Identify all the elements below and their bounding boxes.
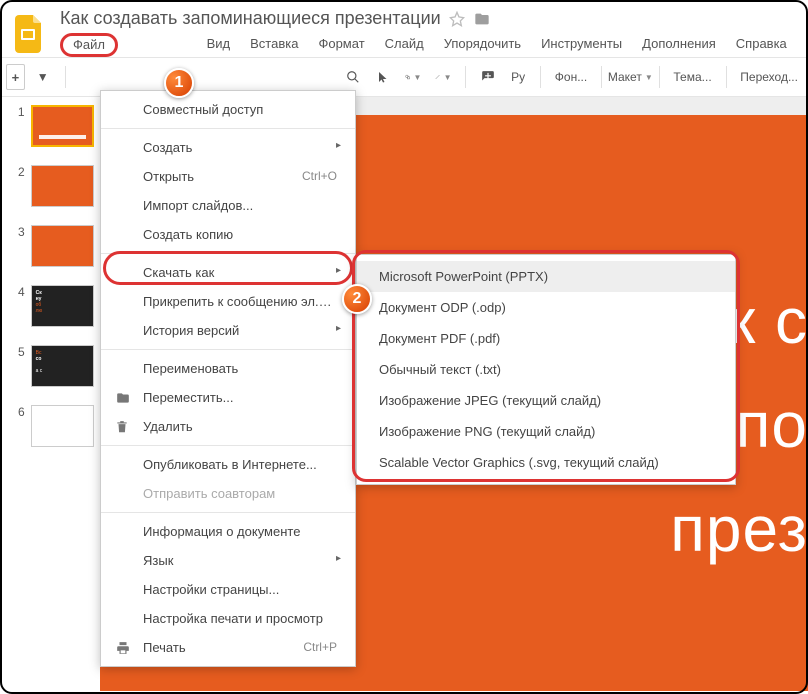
shape-tool[interactable]	[401, 65, 425, 89]
file-menu-dropdown: Совместный доступ Создать▸ ОткрытьCtrl+O…	[100, 90, 356, 667]
menu-rename[interactable]: Переименовать	[101, 354, 355, 383]
thumb-number: 1	[12, 105, 25, 119]
slide-thumbnails: 1 2 3 4 Скнуоблю 5 Вссо а с 6	[0, 97, 100, 691]
menu-slide[interactable]: Слайд	[375, 33, 434, 57]
slides-app-icon[interactable]	[10, 14, 50, 54]
transition-button[interactable]: Переход...	[736, 70, 802, 84]
export-jpeg[interactable]: Изображение JPEG (текущий слайд)	[357, 385, 735, 416]
slide-thumb-5[interactable]: Вссо а с	[31, 345, 94, 387]
layout-button[interactable]: Макет	[612, 65, 649, 89]
menu-help[interactable]: Справка	[726, 33, 797, 57]
shortcut-label: Ctrl+P	[303, 640, 337, 654]
slide-thumb-6[interactable]	[31, 405, 94, 447]
slide-text: по	[736, 388, 808, 462]
slide-thumb-3[interactable]	[31, 225, 94, 267]
line-tool[interactable]	[431, 65, 455, 89]
chevron-right-icon: ▸	[336, 553, 341, 564]
folder-icon	[115, 391, 131, 405]
thumb-number: 2	[12, 165, 25, 179]
thumb-number: 3	[12, 225, 25, 239]
trash-icon	[115, 419, 129, 435]
menu-view[interactable]: Вид	[197, 33, 241, 57]
chevron-right-icon: ▸	[336, 265, 341, 276]
theme-button[interactable]: Тема...	[669, 70, 715, 84]
callout-badge-2: 2	[342, 284, 372, 314]
menu-print[interactable]: ПечатьCtrl+P	[101, 633, 355, 662]
export-svg[interactable]: Scalable Vector Graphics (.svg, текущий …	[357, 447, 735, 478]
background-button[interactable]: Фон...	[551, 70, 591, 84]
menu-language[interactable]: Язык▸	[101, 546, 355, 575]
menu-create[interactable]: Создать▸	[101, 133, 355, 162]
new-slide-button[interactable]: +	[6, 64, 25, 90]
text-button[interactable]: Ру	[506, 65, 530, 89]
menu-version-history[interactable]: История версий▸	[101, 316, 355, 345]
menu-print-preview[interactable]: Настройка печати и просмотр	[101, 604, 355, 633]
slide-thumb-2[interactable]	[31, 165, 94, 207]
chevron-right-icon: ▸	[336, 140, 341, 151]
comment-button[interactable]	[476, 65, 500, 89]
menu-insert[interactable]: Вставка	[240, 33, 308, 57]
slide-text: през	[670, 492, 808, 566]
thumb-number: 6	[12, 405, 25, 419]
menu-make-copy[interactable]: Создать копию	[101, 220, 355, 249]
menu-share[interactable]: Совместный доступ	[101, 95, 355, 124]
menu-import-slides[interactable]: Импорт слайдов...	[101, 191, 355, 220]
select-tool[interactable]	[371, 65, 395, 89]
menu-tools[interactable]: Инструменты	[531, 33, 632, 57]
export-odp[interactable]: Документ ODP (.odp)	[357, 292, 735, 323]
menubar: Файл Изменить Вид Вставка Формат Слайд У…	[60, 33, 802, 57]
menu-send-coauthors: Отправить соавторам	[101, 479, 355, 508]
slide-thumb-1[interactable]	[31, 105, 94, 147]
export-pptx[interactable]: Microsoft PowerPoint (PPTX)	[357, 261, 735, 292]
menu-arrange[interactable]: Упорядочить	[434, 33, 531, 57]
export-txt[interactable]: Обычный текст (.txt)	[357, 354, 735, 385]
zoom-button[interactable]	[341, 65, 365, 89]
menu-email-attach[interactable]: Прикрепить к сообщению эл. почты	[101, 287, 355, 316]
menu-move[interactable]: Переместить...	[101, 383, 355, 412]
new-slide-dropdown[interactable]: ▼	[31, 65, 55, 89]
menu-doc-info[interactable]: Информация о документе	[101, 517, 355, 546]
callout-badge-1: 1	[164, 68, 194, 98]
menu-download-as[interactable]: Скачать как▸	[101, 258, 355, 287]
folder-icon[interactable]	[473, 11, 491, 27]
menu-file[interactable]: Файл	[60, 33, 118, 57]
menu-addons[interactable]: Дополнения	[632, 33, 726, 57]
star-icon[interactable]	[449, 11, 465, 27]
thumb-number: 4	[12, 285, 25, 299]
export-png[interactable]: Изображение PNG (текущий слайд)	[357, 416, 735, 447]
slide-thumb-4[interactable]: Скнуоблю	[31, 285, 94, 327]
chevron-right-icon: ▸	[336, 323, 341, 334]
menu-publish[interactable]: Опубликовать в Интернете...	[101, 450, 355, 479]
shortcut-label: Ctrl+O	[302, 169, 337, 183]
download-as-submenu: Microsoft PowerPoint (PPTX) Документ ODP…	[356, 254, 736, 485]
document-title[interactable]: Как создавать запоминающиеся презентации	[60, 8, 441, 29]
print-icon	[115, 641, 131, 655]
menu-format[interactable]: Формат	[308, 33, 374, 57]
export-pdf[interactable]: Документ PDF (.pdf)	[357, 323, 735, 354]
menu-open[interactable]: ОткрытьCtrl+O	[101, 162, 355, 191]
thumb-number: 5	[12, 345, 25, 359]
menu-delete[interactable]: Удалить	[101, 412, 355, 441]
menu-page-setup[interactable]: Настройки страницы...	[101, 575, 355, 604]
